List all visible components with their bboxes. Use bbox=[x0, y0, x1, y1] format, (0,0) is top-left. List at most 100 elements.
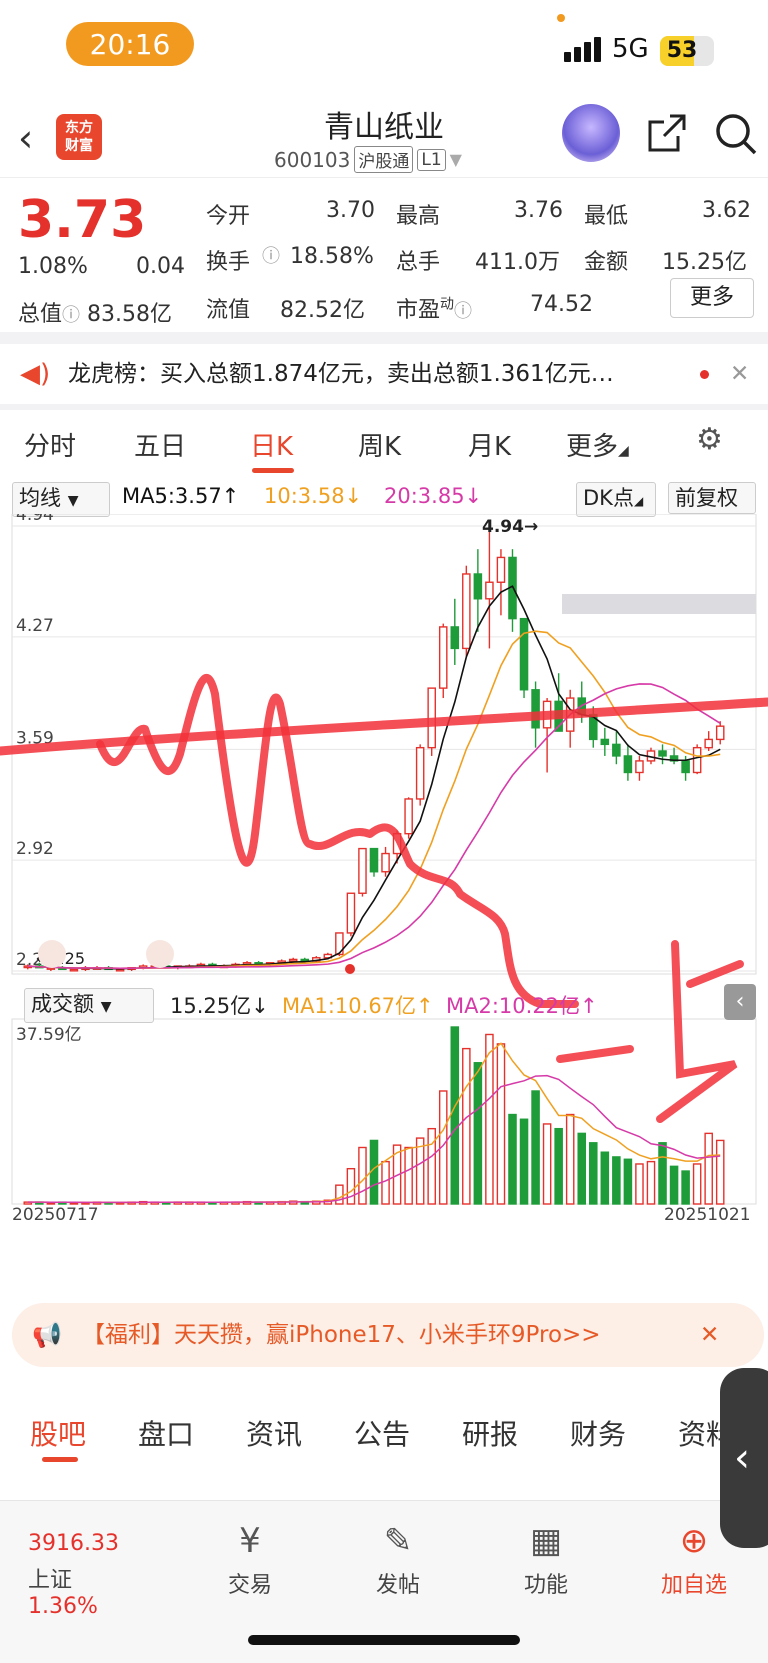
open-value: 3.70 bbox=[326, 198, 375, 223]
volume-bar bbox=[358, 1146, 367, 1205]
volume-bar bbox=[404, 1146, 413, 1205]
dragon-tiger-notice[interactable]: ◀) 龙虎榜：买入总额1.874亿元，卖出总额1.361亿元… ✕ bbox=[0, 344, 768, 404]
volume-bar bbox=[658, 1142, 667, 1205]
ma20-value: 20:3.85↓ bbox=[384, 484, 483, 508]
info-icon[interactable]: ⓘ bbox=[454, 301, 472, 322]
candle-body bbox=[600, 738, 610, 746]
nav-trade-label: 交易 bbox=[227, 1573, 272, 1598]
candle-body bbox=[473, 573, 483, 600]
volume-ma1: MA1:10.67亿↑ bbox=[282, 994, 434, 1018]
collapse-panel-icon[interactable]: ‹ bbox=[724, 984, 756, 1020]
grid-icon: ▦ bbox=[529, 1521, 563, 1561]
volume-bar bbox=[681, 1170, 690, 1205]
tab-monthly-k[interactable]: 月K bbox=[468, 426, 511, 463]
caret-down-icon: ▼ bbox=[67, 493, 79, 509]
fullscreen-icon[interactable] bbox=[146, 940, 174, 968]
tab-announcements[interactable]: 公告 bbox=[354, 1413, 410, 1453]
indicator-select[interactable]: 均线 ▼ bbox=[12, 482, 110, 517]
y-tick-label: 4.27 bbox=[16, 616, 54, 636]
tab-weekly-k[interactable]: 周K bbox=[358, 426, 401, 463]
amount-label: 金额 bbox=[584, 250, 629, 275]
ma5-line bbox=[27, 585, 721, 970]
nav-post[interactable]: ✎ 发帖 bbox=[338, 1515, 458, 1599]
promo-banner[interactable]: 📢 【福利】天天攒，赢iPhone17、小米手环9Pro>> ✕ bbox=[12, 1303, 764, 1367]
info-icon[interactable]: ⓘ bbox=[262, 242, 280, 268]
candle-body bbox=[531, 689, 540, 729]
kline-svg: 4.944.273.592.922.25 4.94→ ←2.25 37.59亿 … bbox=[0, 505, 768, 1225]
volume-bar bbox=[554, 1127, 563, 1205]
event-marker[interactable] bbox=[345, 964, 355, 974]
indicator-select-label: 均线 bbox=[19, 486, 61, 510]
ma5-value: MA5:3.57↑ bbox=[122, 484, 240, 508]
volume-bar bbox=[450, 1026, 460, 1205]
info-icon[interactable]: ⓘ bbox=[62, 305, 80, 326]
volume-bar bbox=[589, 1142, 598, 1205]
tab-research[interactable]: 研报 bbox=[462, 1413, 518, 1453]
index-pct: 1.36% bbox=[28, 1594, 98, 1619]
tab-forum[interactable]: 股吧 bbox=[30, 1413, 86, 1453]
tab-five-day[interactable]: 五日 bbox=[134, 426, 186, 463]
pe-sup: 动 bbox=[440, 296, 455, 313]
candle-body bbox=[381, 852, 390, 873]
close-icon[interactable]: ✕ bbox=[730, 344, 749, 404]
expand-left-icon[interactable] bbox=[38, 940, 66, 968]
volume-bar bbox=[646, 1160, 656, 1205]
index-ticker[interactable]: 3916.33 上证 1.36% bbox=[28, 1531, 148, 1619]
period-tabs: 分时 五日 日K 周K 月K 更多◢ ⚙ bbox=[0, 410, 768, 478]
battery-level: 53 bbox=[666, 38, 698, 63]
share-icon[interactable] bbox=[646, 112, 688, 164]
kline-chart[interactable]: 4.944.273.592.922.25 4.94→ ←2.25 37.59亿 … bbox=[0, 505, 768, 1294]
volume-bar bbox=[335, 1184, 344, 1205]
candle-body bbox=[404, 798, 413, 835]
candle-body bbox=[715, 725, 725, 741]
y-tick-label: 4.94 bbox=[16, 514, 54, 525]
candle-body bbox=[462, 573, 471, 650]
close-icon[interactable]: ✕ bbox=[700, 1303, 719, 1367]
tab-more[interactable]: 更多◢ bbox=[566, 426, 629, 463]
signal-bar bbox=[594, 37, 601, 62]
nav-add-label: 加自选 bbox=[660, 1573, 727, 1598]
tab-orderbook[interactable]: 盘口 bbox=[138, 1413, 194, 1453]
network-type: 5G bbox=[612, 34, 649, 64]
volume-bar bbox=[531, 1090, 540, 1205]
active-tab-indicator bbox=[42, 1457, 78, 1462]
tab-intraday[interactable]: 分时 bbox=[24, 426, 76, 463]
tab-news[interactable]: 资讯 bbox=[246, 1413, 302, 1453]
nav-trade[interactable]: ¥ 交易 bbox=[190, 1515, 310, 1599]
caret-down-icon: ▼ bbox=[449, 150, 462, 169]
candle-body bbox=[69, 968, 79, 972]
candle-body bbox=[358, 847, 367, 894]
settings-icon[interactable]: ⚙ bbox=[696, 422, 723, 457]
more-quote-button[interactable]: 更多 bbox=[670, 278, 754, 318]
stock-code-row[interactable]: 600103 沪股通 L1 ▼ bbox=[274, 146, 462, 173]
nav-functions[interactable]: ▦ 功能 bbox=[486, 1515, 606, 1599]
tab-daily-k[interactable]: 日K bbox=[250, 426, 293, 463]
ai-assistant-avatar[interactable] bbox=[562, 104, 620, 162]
dk-point-button[interactable]: DK点◢ bbox=[576, 482, 656, 517]
resistance-zone bbox=[562, 594, 756, 614]
side-panel-handle[interactable]: ‹ bbox=[720, 1368, 768, 1548]
float-value: 82.52亿 bbox=[280, 298, 365, 323]
volume-bar bbox=[704, 1132, 713, 1205]
volume-max-label: 37.59亿 bbox=[16, 1025, 82, 1045]
signal-bar bbox=[584, 42, 591, 62]
status-time: 20:16 bbox=[66, 22, 194, 66]
adjust-mode-button[interactable]: 前复权 bbox=[668, 482, 756, 514]
search-icon[interactable] bbox=[714, 112, 758, 166]
battery-icon: 53 bbox=[660, 36, 714, 66]
active-tab-indicator bbox=[252, 468, 294, 473]
volume-bar bbox=[635, 1163, 644, 1205]
tab-financials[interactable]: 财务 bbox=[570, 1413, 626, 1453]
volume-bar bbox=[577, 1132, 587, 1205]
volume-bar bbox=[346, 1167, 356, 1205]
change-pct: 1.08% bbox=[18, 254, 88, 279]
volume-bar bbox=[462, 1047, 471, 1205]
mcap-value: 83.58亿 bbox=[87, 302, 172, 327]
unread-dot bbox=[700, 370, 709, 379]
mic-indicator-icon bbox=[557, 14, 565, 22]
volume-bar bbox=[485, 1033, 494, 1205]
volume-bar bbox=[542, 1123, 552, 1205]
volume-value: 15.25亿↓ bbox=[170, 994, 269, 1018]
ma10-line bbox=[27, 630, 721, 970]
volume-indicator-select[interactable]: 成交额 ▼ bbox=[24, 988, 154, 1023]
